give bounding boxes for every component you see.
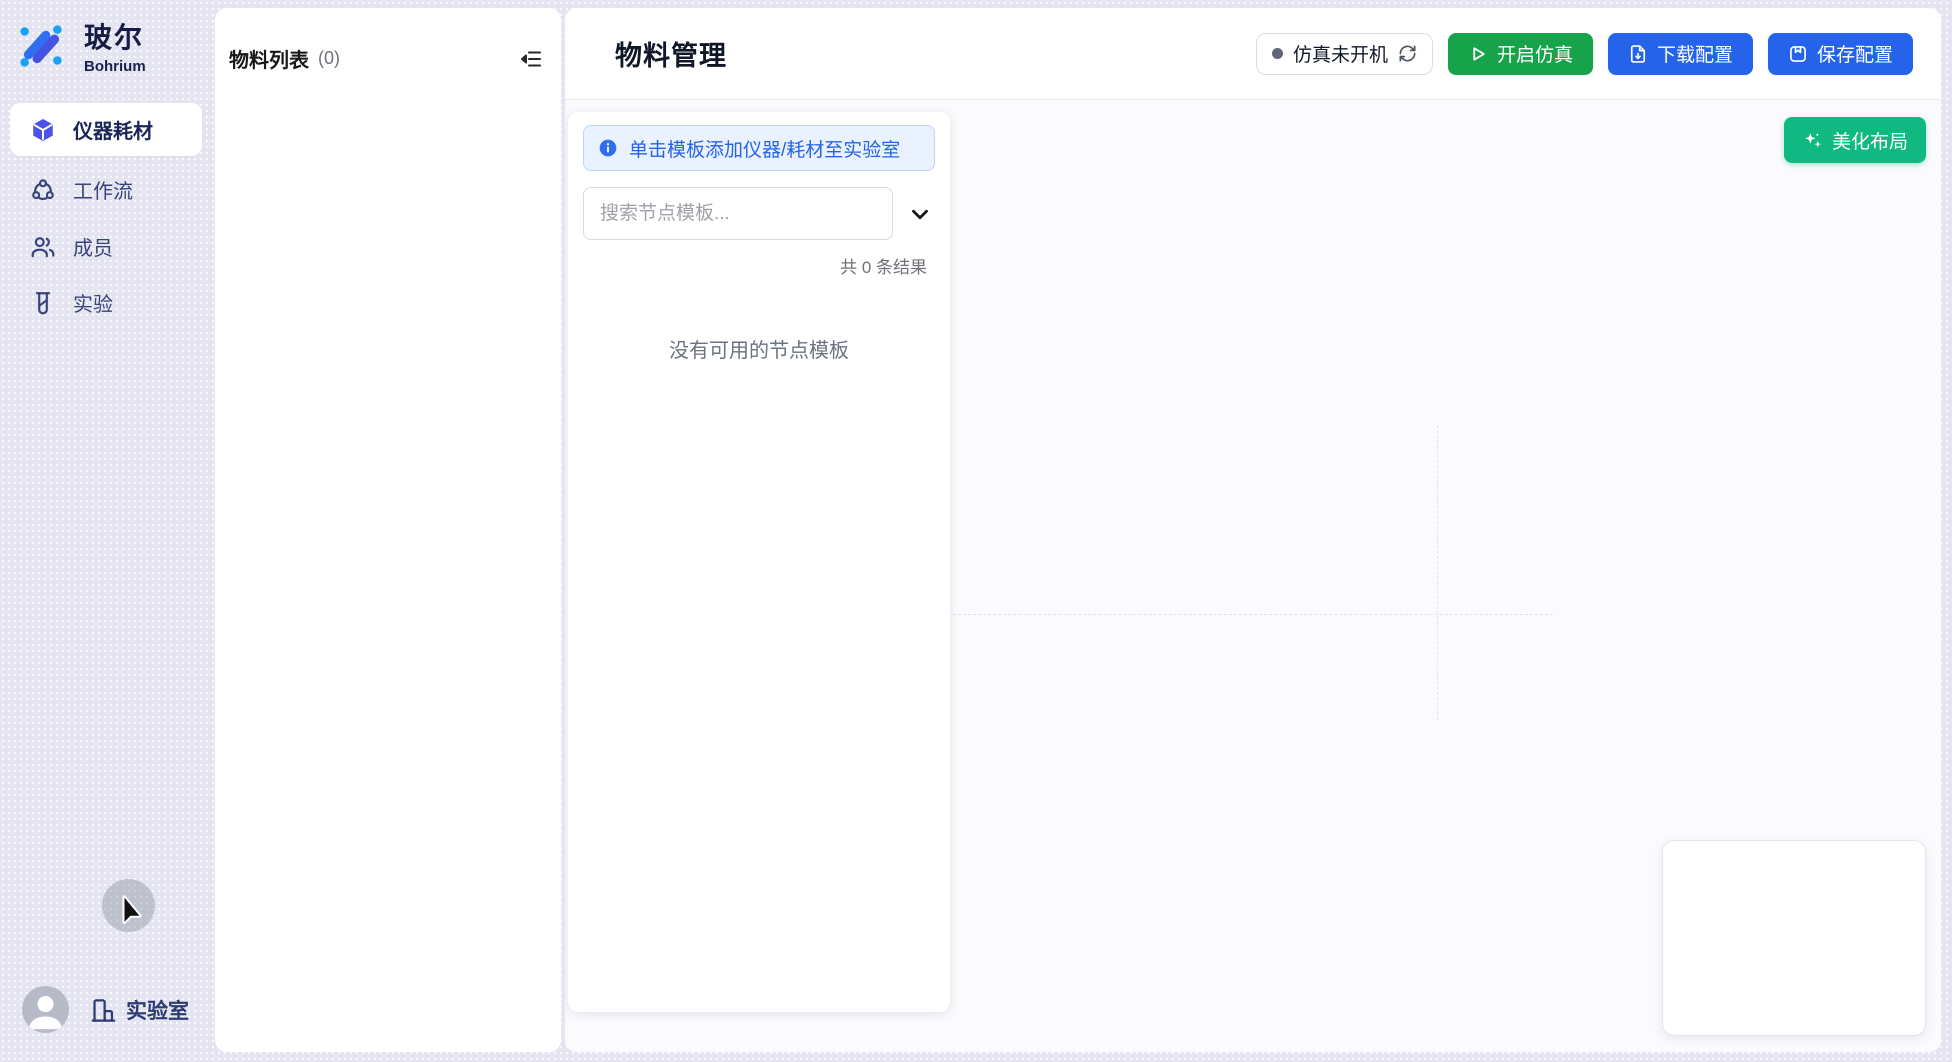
header-controls: 仿真未开机 开启仿真: [1256, 33, 1913, 75]
sparkles-icon: [1802, 130, 1823, 151]
canvas-guide-horizontal: [943, 614, 1553, 615]
node-template-panel: 单击模板添加仪器/耗材至实验室 共 0 条结果 没有可用的节点模板: [568, 112, 950, 1012]
template-search-input[interactable]: [583, 187, 893, 240]
download-config-button[interactable]: 下载配置: [1608, 33, 1753, 75]
brand-text: 玻尔 Bohrium: [84, 16, 146, 75]
test-tube-icon: [30, 290, 56, 316]
template-hint-text: 单击模板添加仪器/耗材至实验室: [629, 135, 900, 162]
materials-list-title: 物料列表: [229, 44, 309, 73]
template-search-row: [583, 187, 935, 240]
save-icon: [1788, 44, 1808, 64]
main-header: 物料管理 仿真未开机 开启仿真: [565, 8, 1941, 100]
start-simulation-button[interactable]: 开启仿真: [1448, 33, 1593, 75]
app-root: 玻尔 Bohrium 仪器耗材 工作流: [0, 0, 1952, 1062]
brand-name: 玻尔: [84, 16, 146, 56]
flow-canvas[interactable]: 美化布局 单击模板添加仪器/耗材至实验室 共 0: [565, 100, 1941, 1052]
play-icon: [1468, 44, 1488, 64]
minimap[interactable]: [1662, 840, 1926, 1036]
building-icon: [90, 997, 117, 1024]
save-config-button[interactable]: 保存配置: [1768, 33, 1913, 75]
brand-subtitle: Bohrium: [84, 58, 146, 75]
beautify-layout-button[interactable]: 美化布局: [1784, 117, 1926, 163]
sidebar-item-experiment[interactable]: 实验: [10, 276, 202, 329]
bohrium-logo-icon: [14, 19, 68, 73]
file-download-icon: [1628, 44, 1648, 64]
sidebar-footer: 实验室: [0, 986, 215, 1036]
sidebar-item-label: 仪器耗材: [73, 115, 153, 144]
brand-logo: 玻尔 Bohrium: [14, 16, 146, 75]
empty-templates-text: 没有可用的节点模板: [583, 334, 935, 363]
materials-list-count: (0): [318, 48, 340, 69]
info-icon: [598, 138, 618, 158]
cube-icon: [30, 117, 56, 143]
beautify-layout-label: 美化布局: [1832, 127, 1908, 154]
materials-list-header: 物料列表 (0): [215, 8, 561, 73]
lab-label: 实验室: [126, 995, 189, 1025]
sidebar-item-label: 工作流: [73, 175, 133, 204]
workflow-icon: [30, 177, 56, 203]
sidebar-item-members[interactable]: 成员: [10, 220, 202, 273]
sidebar-item-workflow[interactable]: 工作流: [10, 163, 202, 216]
lab-entry[interactable]: 实验室: [90, 995, 189, 1025]
materials-list-panel: 物料列表 (0): [215, 8, 561, 1052]
mouse-cursor-icon: [117, 893, 147, 933]
results-count: 共 0 条结果: [583, 253, 935, 278]
sidebar-item-label: 成员: [73, 232, 113, 261]
simulation-status-pill: 仿真未开机: [1256, 33, 1433, 75]
template-hint-banner: 单击模板添加仪器/耗材至实验室: [583, 125, 935, 171]
sidebar-item-instruments[interactable]: 仪器耗材: [10, 103, 202, 156]
simulation-status-label: 仿真未开机: [1293, 40, 1388, 67]
page-title: 物料管理: [615, 34, 727, 73]
person-icon: [22, 986, 69, 1033]
collapse-panel-icon[interactable]: [519, 47, 543, 71]
download-config-label: 下载配置: [1657, 40, 1733, 67]
chevron-down-icon[interactable]: [907, 201, 933, 227]
users-icon: [30, 234, 56, 260]
save-config-label: 保存配置: [1817, 40, 1893, 67]
sidebar-item-label: 实验: [73, 288, 113, 317]
main-panel: 物料管理 仿真未开机 开启仿真: [565, 8, 1941, 1052]
status-dot-icon: [1272, 48, 1283, 59]
start-simulation-label: 开启仿真: [1497, 40, 1573, 67]
refresh-icon[interactable]: [1398, 44, 1417, 63]
canvas-guide-vertical: [1437, 425, 1438, 720]
user-avatar[interactable]: [22, 986, 69, 1033]
